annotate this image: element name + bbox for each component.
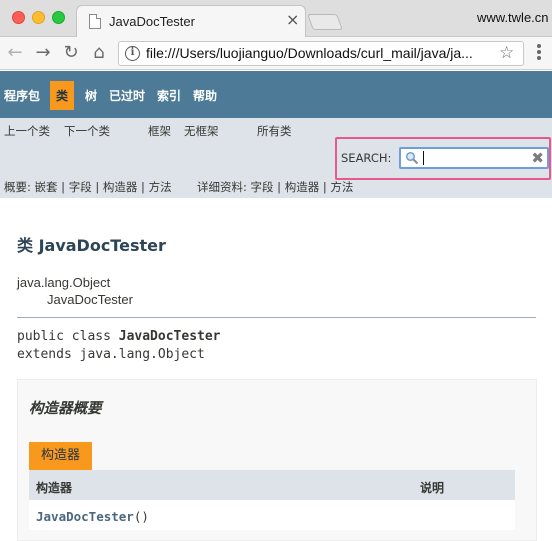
address-bar[interactable]: i file:///Users/luojianguo/Downloads/cur… [118, 41, 524, 66]
detail-links[interactable]: 详细资料: 字段 | 构造器 | 方法 [197, 179, 353, 195]
signature-prefix: public class [17, 329, 119, 344]
constructor-params: () [133, 509, 149, 524]
nav-deprecated[interactable]: 已过时 [109, 87, 145, 104]
frames-link[interactable]: 框架 [148, 123, 171, 139]
page-icon [89, 14, 101, 29]
new-tab-button[interactable] [307, 14, 343, 30]
constructor-link[interactable]: JavaDocTester() [36, 509, 149, 524]
nav-package[interactable]: 程序包 [4, 87, 40, 104]
nav-class[interactable]: 类 [50, 81, 75, 110]
page-title: 类 JavaDocTester [17, 236, 166, 255]
browser-toolbar: ← → ↻ ⌂ i file:///Users/luojianguo/Downl… [0, 37, 552, 70]
home-icon[interactable]: ⌂ [88, 41, 110, 65]
top-nav-bar: 程序包 类 树 已过时 索引 帮助 [0, 71, 552, 118]
next-class-link[interactable]: 下一个类 [64, 123, 110, 139]
tab-close-icon[interactable]: × [286, 12, 299, 28]
nav-index[interactable]: 索引 [157, 87, 181, 104]
search-label: SEARCH: [341, 151, 392, 165]
constructor-table-caption: 构造器 [29, 442, 93, 470]
info-icon[interactable]: i [125, 46, 140, 61]
divider [17, 317, 536, 318]
clear-search-icon[interactable]: ✖ [531, 150, 544, 166]
column-header-description: 说明 [420, 481, 445, 495]
close-window-button[interactable] [12, 11, 25, 24]
inheritance-parent: java.lang.Object [17, 275, 111, 290]
search-icon [405, 151, 419, 165]
constructor-table-header: 构造器 说明 [29, 470, 515, 500]
text-caret [423, 151, 424, 165]
class-signature-line2: extends java.lang.Object [17, 347, 205, 362]
reload-icon[interactable]: ↻ [60, 41, 82, 65]
browser-titlebar: JavaDocTester × www.twle.cn [0, 0, 552, 38]
signature-class-name: JavaDocTester [118, 329, 221, 344]
url-text[interactable]: file:///Users/luojianguo/Downloads/curl_… [146, 45, 492, 61]
summary-links[interactable]: 概要: 嵌套 | 字段 | 构造器 | 方法 [4, 179, 172, 195]
no-frames-link[interactable]: 无框架 [184, 123, 219, 139]
column-header-constructor: 构造器 [36, 481, 73, 495]
brand-watermark: www.twle.cn [477, 10, 549, 25]
menu-icon[interactable] [532, 43, 546, 63]
nav-tree[interactable]: 树 [85, 87, 97, 104]
class-signature-line1: public class JavaDocTester [17, 329, 221, 344]
browser-tab[interactable]: JavaDocTester × [76, 5, 306, 38]
minimize-window-button[interactable] [32, 11, 45, 24]
star-icon[interactable]: ☆ [499, 43, 514, 63]
inheritance-child: JavaDocTester [47, 292, 133, 307]
maximize-window-button[interactable] [52, 11, 65, 24]
prev-class-link[interactable]: 上一个类 [4, 123, 50, 139]
tab-title: JavaDocTester [109, 14, 195, 29]
constructor-name[interactable]: JavaDocTester [36, 509, 134, 524]
all-classes-link[interactable]: 所有类 [257, 123, 292, 139]
search-input[interactable]: ✖ [399, 147, 549, 169]
table-row: JavaDocTester() [29, 500, 515, 530]
back-icon[interactable]: ← [4, 41, 26, 65]
forward-icon[interactable]: → [32, 41, 54, 65]
nav-help[interactable]: 帮助 [193, 87, 217, 104]
constructor-summary-heading: 构造器概要 [29, 401, 102, 417]
